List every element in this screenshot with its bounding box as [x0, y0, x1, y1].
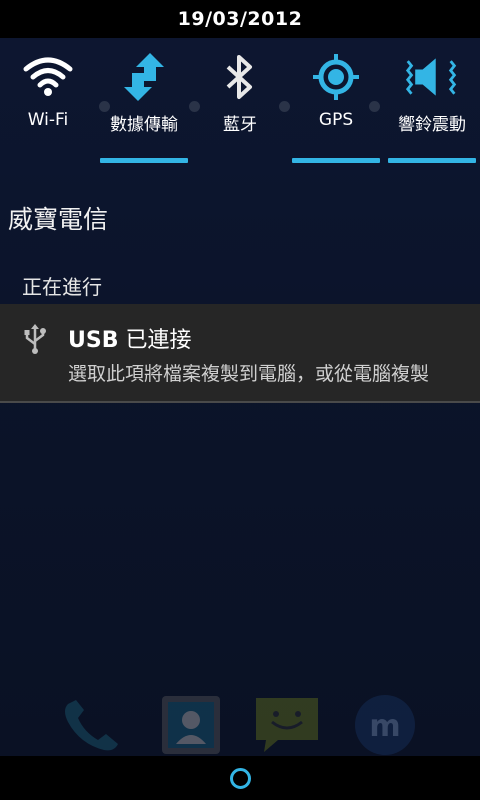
ring-vibrate-icon: [404, 50, 460, 104]
ongoing-header: 正在進行: [22, 275, 102, 299]
toggle-separator-dot: [369, 101, 380, 112]
status-bar: 19/03/2012: [0, 0, 480, 38]
gps-icon: [308, 50, 364, 104]
status-date: 19/03/2012: [177, 8, 303, 30]
toggle-gps-indicator: [292, 158, 380, 163]
usb-icon: [22, 324, 48, 354]
usb-notification[interactable]: USB 已連接 選取此項將檔案複製到電腦，或從電腦複製: [0, 304, 480, 403]
toggle-ring-vibrate[interactable]: 響鈴震動: [384, 38, 480, 172]
m-app-icon: m: [352, 694, 418, 756]
home-dock-faded: m: [0, 680, 480, 756]
toggle-gps-label: GPS: [318, 110, 354, 130]
messaging-icon: [254, 694, 320, 756]
data-transfer-icon: [116, 50, 172, 104]
quick-toggles: Wi-Fi 數據傳輸 藍牙 GPS 響鈴震動: [0, 38, 480, 172]
toggle-ring-vibrate-indicator: [388, 158, 476, 163]
notification-text: 選取此項將檔案複製到電腦，或從電腦複製: [68, 363, 430, 385]
toggle-ring-vibrate-label: 響鈴震動: [398, 115, 466, 135]
bluetooth-icon: [212, 50, 268, 104]
toggle-wifi-label: Wi-Fi: [27, 110, 69, 130]
home-ring-icon[interactable]: [230, 768, 251, 789]
toggle-bluetooth-label: 藍牙: [223, 115, 257, 135]
carrier-name: 威寶電信: [8, 205, 109, 234]
contacts-icon: [158, 694, 224, 756]
toggle-wifi[interactable]: Wi-Fi: [0, 38, 96, 172]
toggle-data[interactable]: 數據傳輸: [96, 38, 192, 172]
wifi-icon: [20, 50, 76, 104]
phone-icon: [58, 694, 124, 756]
notification-title-rest: 已連接: [118, 328, 192, 353]
svg-text:m: m: [369, 709, 400, 744]
toggle-data-label: 數據傳輸: [110, 115, 178, 135]
notification-title-bold: USB: [68, 328, 119, 353]
toggle-data-indicator: [100, 158, 188, 163]
nav-bar: [0, 756, 480, 800]
toggle-bluetooth[interactable]: 藍牙: [192, 38, 288, 172]
notification-title: USB 已連接: [68, 322, 191, 354]
